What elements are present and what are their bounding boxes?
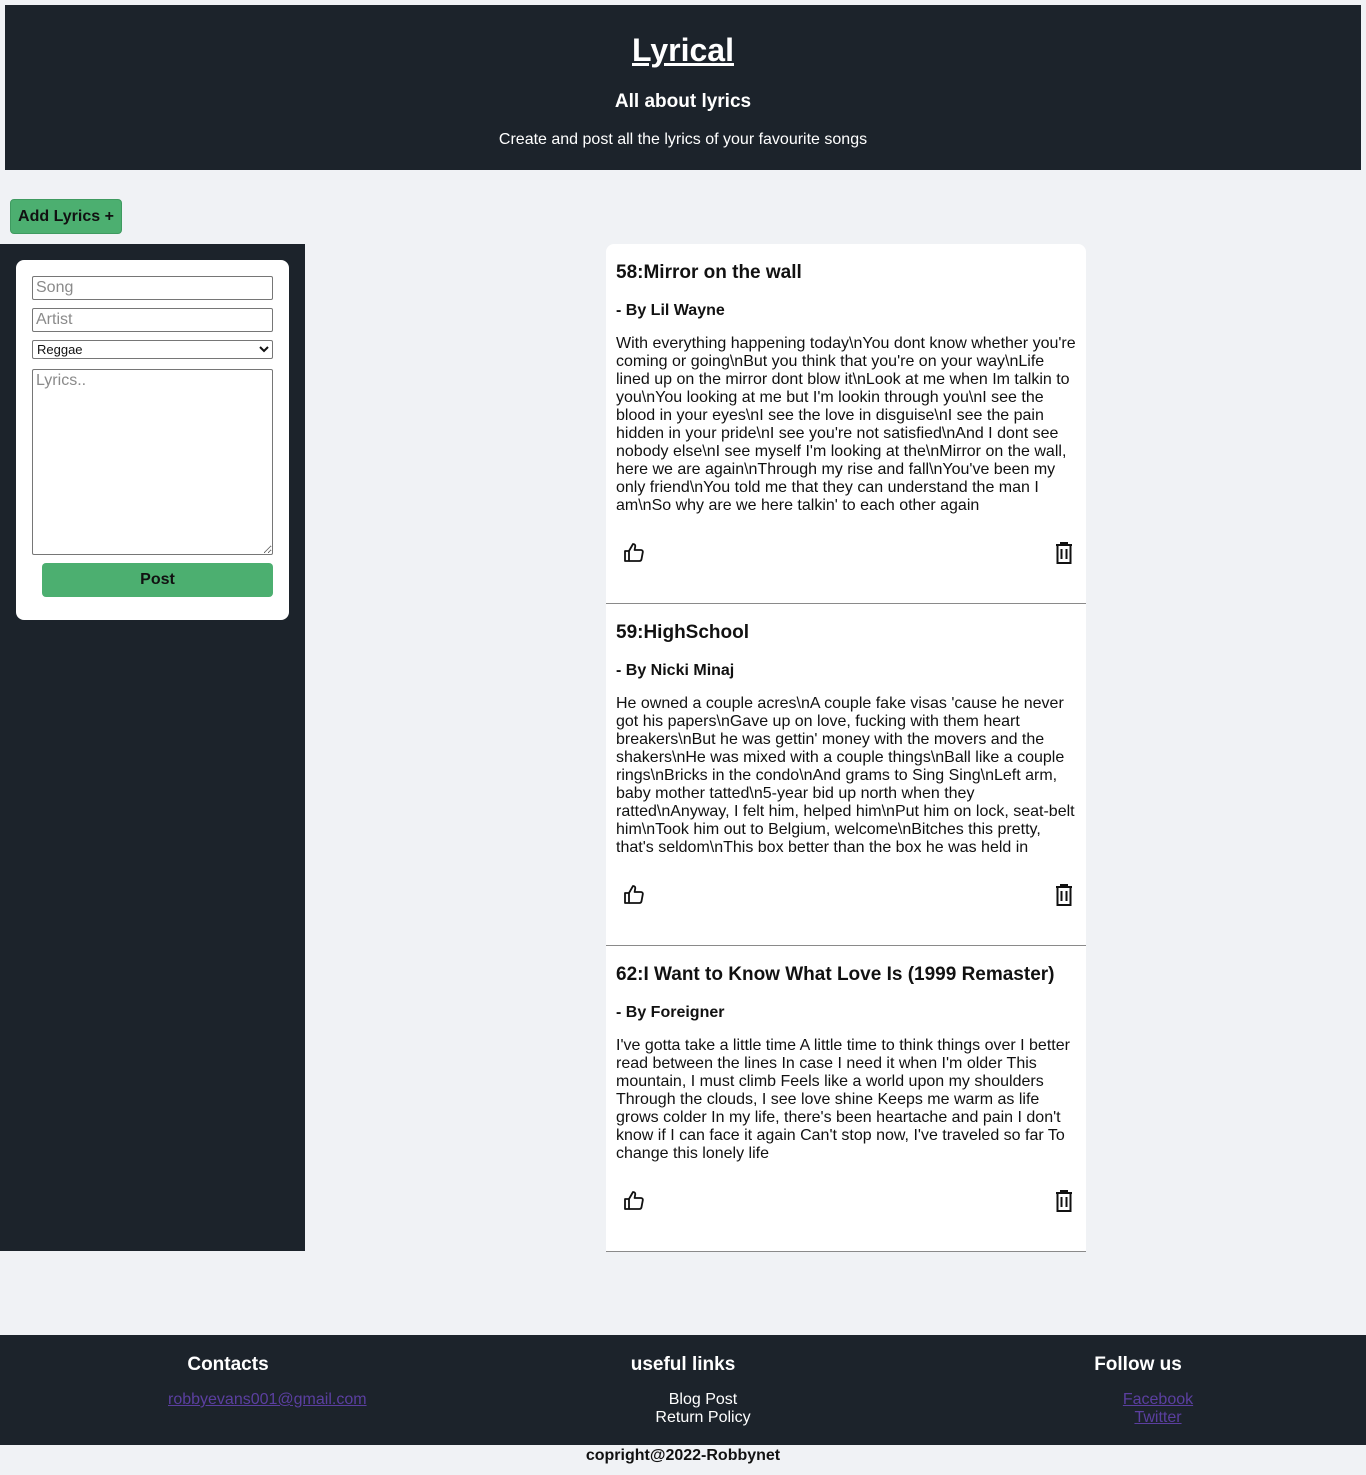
post-lyrics: With everything happening today\nYou don… (616, 335, 1076, 514)
blog-post-link[interactable]: Blog Post (583, 1391, 783, 1409)
contacts-list: robbyevans001@gmail.com (128, 1391, 367, 1409)
post-title: 58:Mirror on the wall (616, 262, 802, 283)
like-button[interactable] (622, 1189, 646, 1213)
facebook-link[interactable]: Facebook (1123, 1391, 1193, 1408)
footer-follow-us: Follow us Facebook Twitter (1038, 1353, 1238, 1427)
email-link[interactable]: robbyevans001@gmail.com (168, 1391, 367, 1408)
post-artist: - By Lil Wayne (616, 302, 725, 319)
contacts-heading: Contacts (187, 1354, 269, 1375)
site-subtitle: All about lyrics (614, 91, 752, 112)
lyrics-post: 62:I Want to Know What Love Is (1999 Rem… (606, 946, 1086, 1252)
site-footer: Contacts robbyevans001@gmail.com useful … (0, 1335, 1366, 1445)
delete-button[interactable] (1052, 541, 1076, 565)
social-item: Twitter (1038, 1409, 1238, 1427)
delete-button[interactable] (1052, 1189, 1076, 1213)
copyright-text: copright@2022-Robbynet (585, 1447, 781, 1464)
footer-useful-links: useful links Blog Post Return Policy (583, 1353, 783, 1427)
trash-icon (1056, 1190, 1072, 1212)
site-tagline: Create and post all the lyrics of your f… (498, 131, 868, 148)
lyrics-list: 58:Mirror on the wall - By Lil Wayne Wit… (606, 244, 1086, 1252)
add-lyrics-button[interactable]: Add Lyrics + (10, 199, 122, 234)
thumbs-up-icon (624, 543, 644, 562)
lyrics-textarea[interactable] (32, 369, 273, 555)
return-policy-link[interactable]: Return Policy (583, 1409, 783, 1427)
genre-select[interactable]: Reggae (32, 340, 273, 359)
post-artist: - By Foreigner (616, 1004, 725, 1021)
like-button[interactable] (622, 541, 646, 565)
post-title: 59:HighSchool (616, 622, 750, 643)
post-actions (616, 1163, 1076, 1251)
post-title: 62:I Want to Know What Love Is (1999 Rem… (616, 964, 1055, 985)
follow-us-heading: Follow us (1094, 1354, 1182, 1375)
lyrics-post: 58:Mirror on the wall - By Lil Wayne Wit… (606, 244, 1086, 604)
contact-item: robbyevans001@gmail.com (128, 1391, 367, 1409)
song-input[interactable] (32, 276, 273, 300)
twitter-link[interactable]: Twitter (1134, 1409, 1181, 1426)
post-artist: - By Nicki Minaj (616, 662, 735, 679)
thumbs-up-icon (624, 1191, 644, 1210)
post-lyrics: I've gotta take a little time A little t… (616, 1037, 1070, 1162)
lyrics-post: 59:HighSchool - By Nicki Minaj He owned … (606, 604, 1086, 946)
add-lyrics-form: Reggae Post (16, 260, 289, 620)
post-lyrics: He owned a couple acres\nA couple fake v… (616, 695, 1075, 856)
post-button[interactable]: Post (42, 563, 273, 597)
like-button[interactable] (622, 883, 646, 907)
sidebar: Reggae Post (0, 244, 305, 1251)
social-item: Facebook (1038, 1391, 1238, 1409)
artist-input[interactable] (32, 308, 273, 332)
trash-icon (1056, 884, 1072, 906)
thumbs-up-icon (624, 885, 644, 904)
footer-contacts: Contacts robbyevans001@gmail.com (128, 1353, 367, 1409)
useful-links-heading: useful links (630, 1354, 736, 1375)
useful-links-list: Blog Post Return Policy (583, 1391, 783, 1427)
social-links-list: Facebook Twitter (1038, 1391, 1238, 1427)
delete-button[interactable] (1052, 883, 1076, 907)
site-header: Lyrical All about lyrics Create and post… (5, 5, 1361, 170)
site-title: Lyrical (632, 32, 734, 68)
post-actions (616, 515, 1076, 603)
trash-icon (1056, 542, 1072, 564)
post-actions (616, 857, 1076, 945)
